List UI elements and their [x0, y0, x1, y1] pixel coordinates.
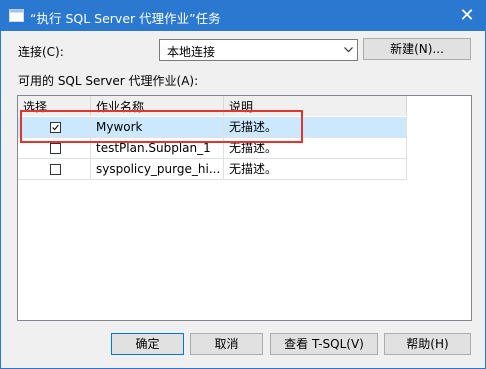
jobs-label: 可用的 SQL Server 代理作业(A): — [18, 74, 199, 88]
view-tsql-button[interactable]: 查看 T-SQL(V) — [270, 333, 378, 355]
checkbox[interactable] — [50, 164, 61, 175]
app-icon — [9, 9, 24, 22]
table-row[interactable]: syspolicy_purge_hi... 无描述。 — [18, 159, 407, 180]
connection-value: 本地连接 — [167, 45, 216, 59]
checkbox[interactable] — [50, 143, 61, 154]
close-button[interactable]: ✕ — [449, 1, 485, 31]
job-name: syspolicy_purge_hi... — [91, 159, 224, 179]
new-connection-button[interactable]: 新建(N)... — [363, 38, 471, 60]
connection-label: 连接(C): — [18, 45, 64, 59]
dialog-title: “执行 SQL Server 代理作业”任务 — [30, 11, 221, 26]
highlight-annotation — [20, 110, 303, 143]
title-bar[interactable]: “执行 SQL Server 代理作业”任务 ✕ — [1, 1, 485, 31]
job-description: 无描述。 — [224, 159, 407, 179]
ok-button[interactable]: 确定 — [111, 333, 184, 355]
help-button[interactable]: 帮助(H) — [384, 333, 471, 355]
cancel-button[interactable]: 取消 — [190, 333, 263, 355]
dialog-window: “执行 SQL Server 代理作业”任务 ✕ 连接(C): 本地连接 新建(… — [0, 0, 486, 369]
connection-select[interactable]: 本地连接 — [159, 39, 358, 61]
chevron-down-icon — [344, 47, 353, 53]
